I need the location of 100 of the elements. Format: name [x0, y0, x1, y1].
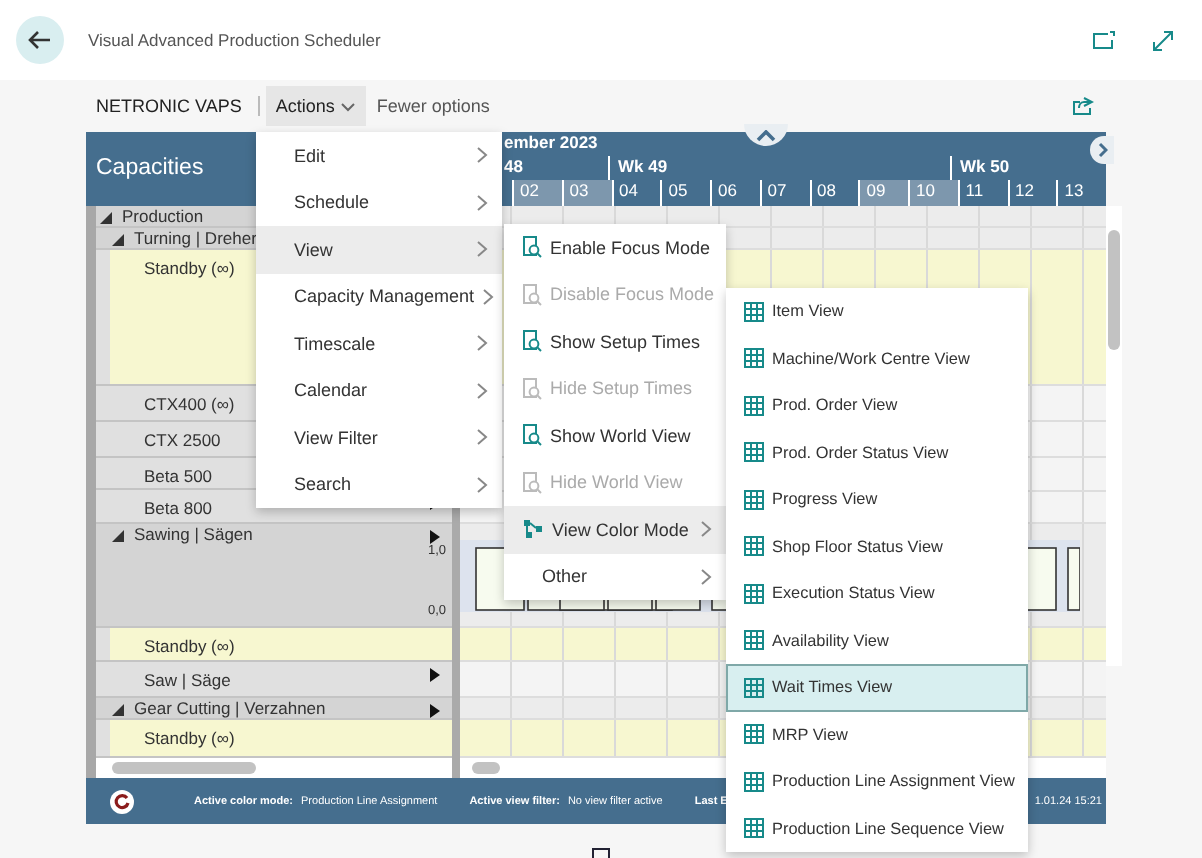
share-icon[interactable] — [1072, 96, 1094, 116]
grid-icon — [744, 301, 764, 322]
menu-item[interactable]: Other — [504, 553, 726, 600]
expanded-triangle-icon[interactable] — [100, 211, 112, 224]
menu-item[interactable]: Show World View — [504, 412, 726, 459]
tree-row-label: Beta 800 — [144, 498, 213, 519]
scrollbar-thumb[interactable] — [1108, 230, 1120, 350]
tree-row[interactable]: Gear Cutting | Verzahnen — [96, 698, 452, 721]
collapse-button[interactable] — [744, 124, 788, 146]
scrollbar-thumb[interactable] — [472, 762, 500, 775]
chevron-right-icon — [700, 567, 712, 586]
grid-icon — [744, 489, 764, 510]
app-name: NETRONIC VAPS — [86, 96, 260, 116]
menu-item[interactable]: Show Setup Times — [504, 318, 726, 365]
open-in-new-icon[interactable] — [1092, 30, 1116, 50]
chevron-right-icon — [700, 520, 712, 539]
page-search-icon — [522, 330, 542, 353]
day-label: 09 — [858, 180, 908, 206]
chevron-right-icon — [476, 334, 488, 353]
tree-row-label: Production — [122, 205, 204, 226]
menu-item[interactable]: Enable Focus Mode — [504, 224, 726, 271]
day-label: 02 — [512, 180, 562, 206]
menu-item[interactable]: Prod. Order View — [726, 382, 1028, 429]
grid-icon — [744, 395, 764, 416]
page-search-icon — [522, 377, 542, 400]
menu-item[interactable]: Production Line Assignment View — [726, 758, 1028, 805]
fewer-options-button[interactable]: Fewer options — [366, 86, 500, 126]
day-label: 10 — [908, 180, 958, 206]
window-title: Visual Advanced Production Scheduler — [88, 30, 383, 50]
tree-row-label: CTX400 (∞) — [144, 393, 235, 414]
tree-row[interactable]: Standby (∞) — [96, 628, 452, 663]
page-search-icon — [522, 424, 542, 447]
expanded-triangle-icon[interactable] — [112, 233, 124, 246]
tree-row-label: Standby (∞) — [144, 636, 235, 657]
menu-item[interactable]: Capacity Management — [256, 273, 502, 320]
menu-item[interactable]: Machine/Work Centre View — [726, 335, 1028, 382]
expand-arrow-icon[interactable] — [430, 530, 440, 545]
tree-row-label: CTX 2500 — [144, 429, 221, 450]
grid-icon — [744, 771, 764, 792]
expand-icon[interactable] — [1152, 29, 1174, 51]
tree-row-label: Gear Cutting | Verzahnen — [134, 698, 326, 719]
grid-icon — [744, 630, 764, 651]
menu-item[interactable]: Progress View — [726, 476, 1028, 523]
grid-icon — [744, 583, 764, 604]
menu-item[interactable]: Prod. Order Status View — [726, 429, 1028, 476]
menu-item[interactable]: View Color Mode — [504, 506, 726, 553]
tree-row-label: Standby (∞) — [144, 728, 235, 749]
chevron-right-icon — [476, 146, 488, 165]
menu-item[interactable]: Execution Status View — [726, 570, 1028, 617]
page-search-icon — [522, 236, 542, 259]
tree-row-label: Sawing | Sägen — [134, 524, 253, 545]
tree-row-label: Turning | Dreher — [134, 227, 257, 248]
chevron-right-icon — [476, 475, 488, 494]
chevron-down-icon — [340, 101, 357, 111]
grid-icon — [744, 677, 764, 698]
week-label: 48 — [502, 156, 525, 180]
menu-item[interactable]: Search — [256, 461, 502, 508]
menu-item[interactable]: Timescale — [256, 320, 502, 367]
next-button[interactable] — [1090, 136, 1114, 164]
chevron-right-icon — [476, 381, 488, 400]
grid-icon — [744, 536, 764, 557]
expanded-triangle-icon[interactable] — [112, 704, 124, 717]
arrow-left-icon — [28, 30, 52, 50]
grid-icon — [744, 724, 764, 745]
month-label: ember 2023 — [504, 132, 598, 152]
chevron-right-icon — [476, 428, 488, 447]
chevron-right-icon — [476, 240, 488, 259]
menu-item[interactable]: Wait Times View — [726, 664, 1028, 711]
scrollbar-thumb[interactable] — [112, 762, 256, 775]
day-label: 03 — [561, 180, 611, 206]
expand-arrow-icon[interactable] — [430, 704, 440, 719]
menu-item[interactable]: Calendar — [256, 367, 502, 414]
tree-row-label: Saw | Säge — [144, 670, 231, 691]
chevron-right-icon — [476, 193, 488, 212]
nodes-icon — [522, 518, 544, 541]
menu-item[interactable]: Shop Floor Status View — [726, 523, 1028, 570]
expand-arrow-icon[interactable] — [430, 668, 440, 683]
page-search-icon — [522, 283, 542, 306]
grid-icon — [744, 442, 764, 463]
chevron-up-icon — [756, 129, 776, 141]
chevron-right-icon — [1097, 142, 1107, 158]
grid-icon — [744, 818, 764, 839]
grid-icon — [744, 348, 764, 369]
expanded-triangle-icon[interactable] — [112, 530, 124, 543]
menu-item[interactable]: MRP View — [726, 711, 1028, 758]
menu-item[interactable]: Availability View — [726, 617, 1028, 664]
actions-dropdown[interactable]: Actions — [265, 86, 367, 126]
tree-row[interactable]: Saw | Säge — [96, 662, 452, 699]
menu-item[interactable]: View Filter — [256, 414, 502, 461]
handle-icon[interactable] — [592, 848, 610, 858]
back-button[interactable] — [16, 16, 64, 64]
tree-row-label: Beta 500 — [144, 465, 213, 486]
page-search-icon — [522, 471, 542, 494]
tree-row[interactable]: Standby (∞) — [96, 720, 452, 759]
tree-row-label: Standby (∞) — [144, 257, 235, 278]
menu-item[interactable]: View — [256, 226, 502, 273]
menu-item[interactable]: Production Line Sequence View — [726, 805, 1028, 852]
chevron-right-icon — [482, 287, 495, 306]
refresh-icon[interactable] — [110, 789, 134, 813]
menu-item[interactable]: Item View — [726, 288, 1028, 335]
